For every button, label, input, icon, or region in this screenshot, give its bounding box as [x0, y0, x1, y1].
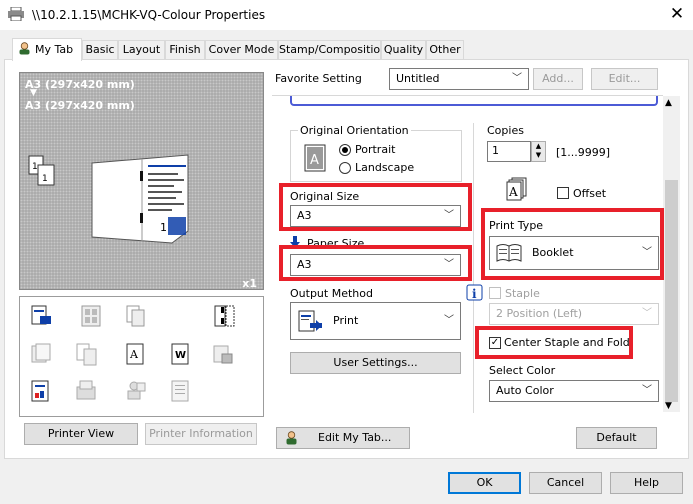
svg-text:W: W — [175, 350, 186, 361]
landscape-radio[interactable] — [339, 162, 351, 174]
copies-stack-icon: A — [506, 177, 528, 204]
chevron-down-icon: ﹀ — [444, 315, 454, 326]
scroll-up-icon[interactable]: ▲ — [665, 98, 672, 108]
edit-my-tab-button[interactable]: Edit My Tab... — [276, 427, 410, 449]
svg-text:A: A — [310, 153, 319, 168]
favorite-edit-button[interactable]: Edit... — [591, 68, 658, 90]
copies-label: Copies — [487, 124, 524, 137]
collapsed-panel-edge — [290, 96, 658, 106]
box-save-icon[interactable] — [75, 379, 97, 403]
preview-paper-size: A3 (297x420 mm) — [25, 99, 135, 112]
user-icon — [285, 431, 298, 452]
highlight-original-size — [279, 183, 472, 231]
window-title: \\10.2.1.15\MCHK-VQ-Colour Properties — [32, 8, 266, 22]
tab-basic[interactable]: Basic — [82, 40, 118, 60]
tab-stamp-composition[interactable]: Stamp/Composition — [278, 40, 387, 60]
tab-finish[interactable]: Finish — [165, 40, 205, 60]
booklet-preview-image: 1 — [84, 153, 194, 248]
binding-position-icon[interactable] — [213, 304, 235, 328]
output-print-icon[interactable] — [30, 304, 52, 328]
user-auth-icon[interactable] — [125, 379, 147, 403]
staple-checkbox[interactable] — [489, 287, 501, 299]
chevron-down-icon: ﹀ — [642, 385, 652, 396]
page-order-icon: 11 — [28, 155, 56, 192]
column-divider — [473, 123, 474, 413]
tab-quality[interactable]: Quality — [381, 40, 426, 60]
portrait-label: Portrait — [355, 143, 396, 156]
user-settings-button[interactable]: User Settings... — [290, 352, 461, 374]
watermark-icon[interactable]: A — [125, 342, 147, 366]
document-color-icon[interactable] — [30, 379, 52, 403]
security-icon[interactable] — [212, 342, 234, 366]
portrait-orientation-icon: A — [304, 144, 326, 175]
select-color-select[interactable]: Auto Color ﹀ — [489, 380, 659, 402]
tab-other[interactable]: Other — [426, 40, 464, 60]
preview-copies-badge: x1 — [242, 277, 257, 290]
printer-view-button[interactable]: Printer View — [24, 423, 138, 445]
header-footer-icon[interactable]: W — [170, 342, 192, 366]
highlight-paper-size — [279, 245, 472, 281]
svg-text:A: A — [129, 348, 139, 361]
landscape-label: Landscape — [355, 161, 415, 174]
tab-strip: My Tab Basic Layout Finish Cover Mode St… — [0, 38, 693, 61]
overlay-icon[interactable] — [75, 342, 97, 366]
favorite-setting-label: Favorite Setting — [275, 72, 362, 85]
output-method-select[interactable]: Print ﹀ — [290, 302, 461, 340]
copies-range: [1...9999] — [556, 146, 611, 159]
svg-text:A: A — [508, 185, 518, 199]
offset-label: Offset — [573, 187, 607, 200]
chevron-down-icon: ﹀ — [512, 73, 522, 84]
output-method-label: Output Method — [290, 287, 373, 300]
scrollbar-thumb[interactable] — [665, 180, 678, 402]
cancel-button[interactable]: Cancel — [529, 472, 602, 494]
copies-input[interactable]: 1 — [487, 141, 531, 162]
close-button[interactable]: ✕ — [662, 3, 692, 27]
printer-icon — [8, 6, 24, 24]
help-button[interactable]: Help — [610, 472, 683, 494]
svg-text:1: 1 — [42, 174, 48, 184]
user-icon — [18, 42, 31, 61]
scroll-down-icon[interactable]: ▼ — [665, 401, 672, 411]
svg-text:1: 1 — [160, 221, 167, 234]
duplex-icon[interactable] — [125, 304, 147, 328]
preview-original-size: A3 (297x420 mm) — [25, 78, 135, 91]
staple-position-select[interactable]: 2 Position (Left) ﹀ — [489, 303, 659, 325]
layout-grid-icon[interactable] — [80, 304, 102, 328]
ok-button[interactable]: OK — [448, 472, 521, 494]
printer-information-button[interactable]: Printer Information — [145, 423, 257, 445]
tab-layout[interactable]: Layout — [118, 40, 165, 60]
svg-text:1: 1 — [32, 162, 38, 172]
orientation-label: Original Orientation — [298, 124, 411, 137]
title-bar: \\10.2.1.15\MCHK-VQ-Colour Properties ✕ — [0, 0, 693, 30]
copies-spinner[interactable]: ▲ ▼ — [531, 141, 546, 162]
tab-my-tab[interactable]: My Tab — [12, 38, 82, 61]
highlight-print-type — [481, 208, 664, 280]
default-button[interactable]: Default — [576, 427, 657, 449]
function-icon-grid: A W — [19, 296, 264, 417]
favorite-add-button[interactable]: Add... — [533, 68, 583, 90]
print-preview: A3 (297x420 mm) ▼ A3 (297x420 mm) 11 1 x… — [19, 72, 264, 290]
tab-cover-mode[interactable]: Cover Mode — [205, 40, 278, 60]
portrait-radio[interactable] — [339, 144, 351, 156]
info-icon[interactable]: i — [466, 284, 484, 305]
svg-text:i: i — [472, 287, 477, 301]
highlight-center-staple — [475, 326, 633, 359]
combination-icon[interactable] — [30, 342, 52, 366]
favorite-setting-select[interactable]: Untitled ﹀ — [389, 68, 529, 90]
offset-checkbox[interactable] — [557, 187, 569, 199]
preview-arrow: ▼ — [30, 88, 37, 98]
staple-label: Staple — [505, 287, 540, 300]
select-color-label: Select Color — [489, 364, 556, 377]
print-output-icon — [298, 310, 322, 341]
density-icon[interactable] — [170, 379, 192, 403]
chevron-down-icon: ﹀ — [642, 308, 652, 319]
